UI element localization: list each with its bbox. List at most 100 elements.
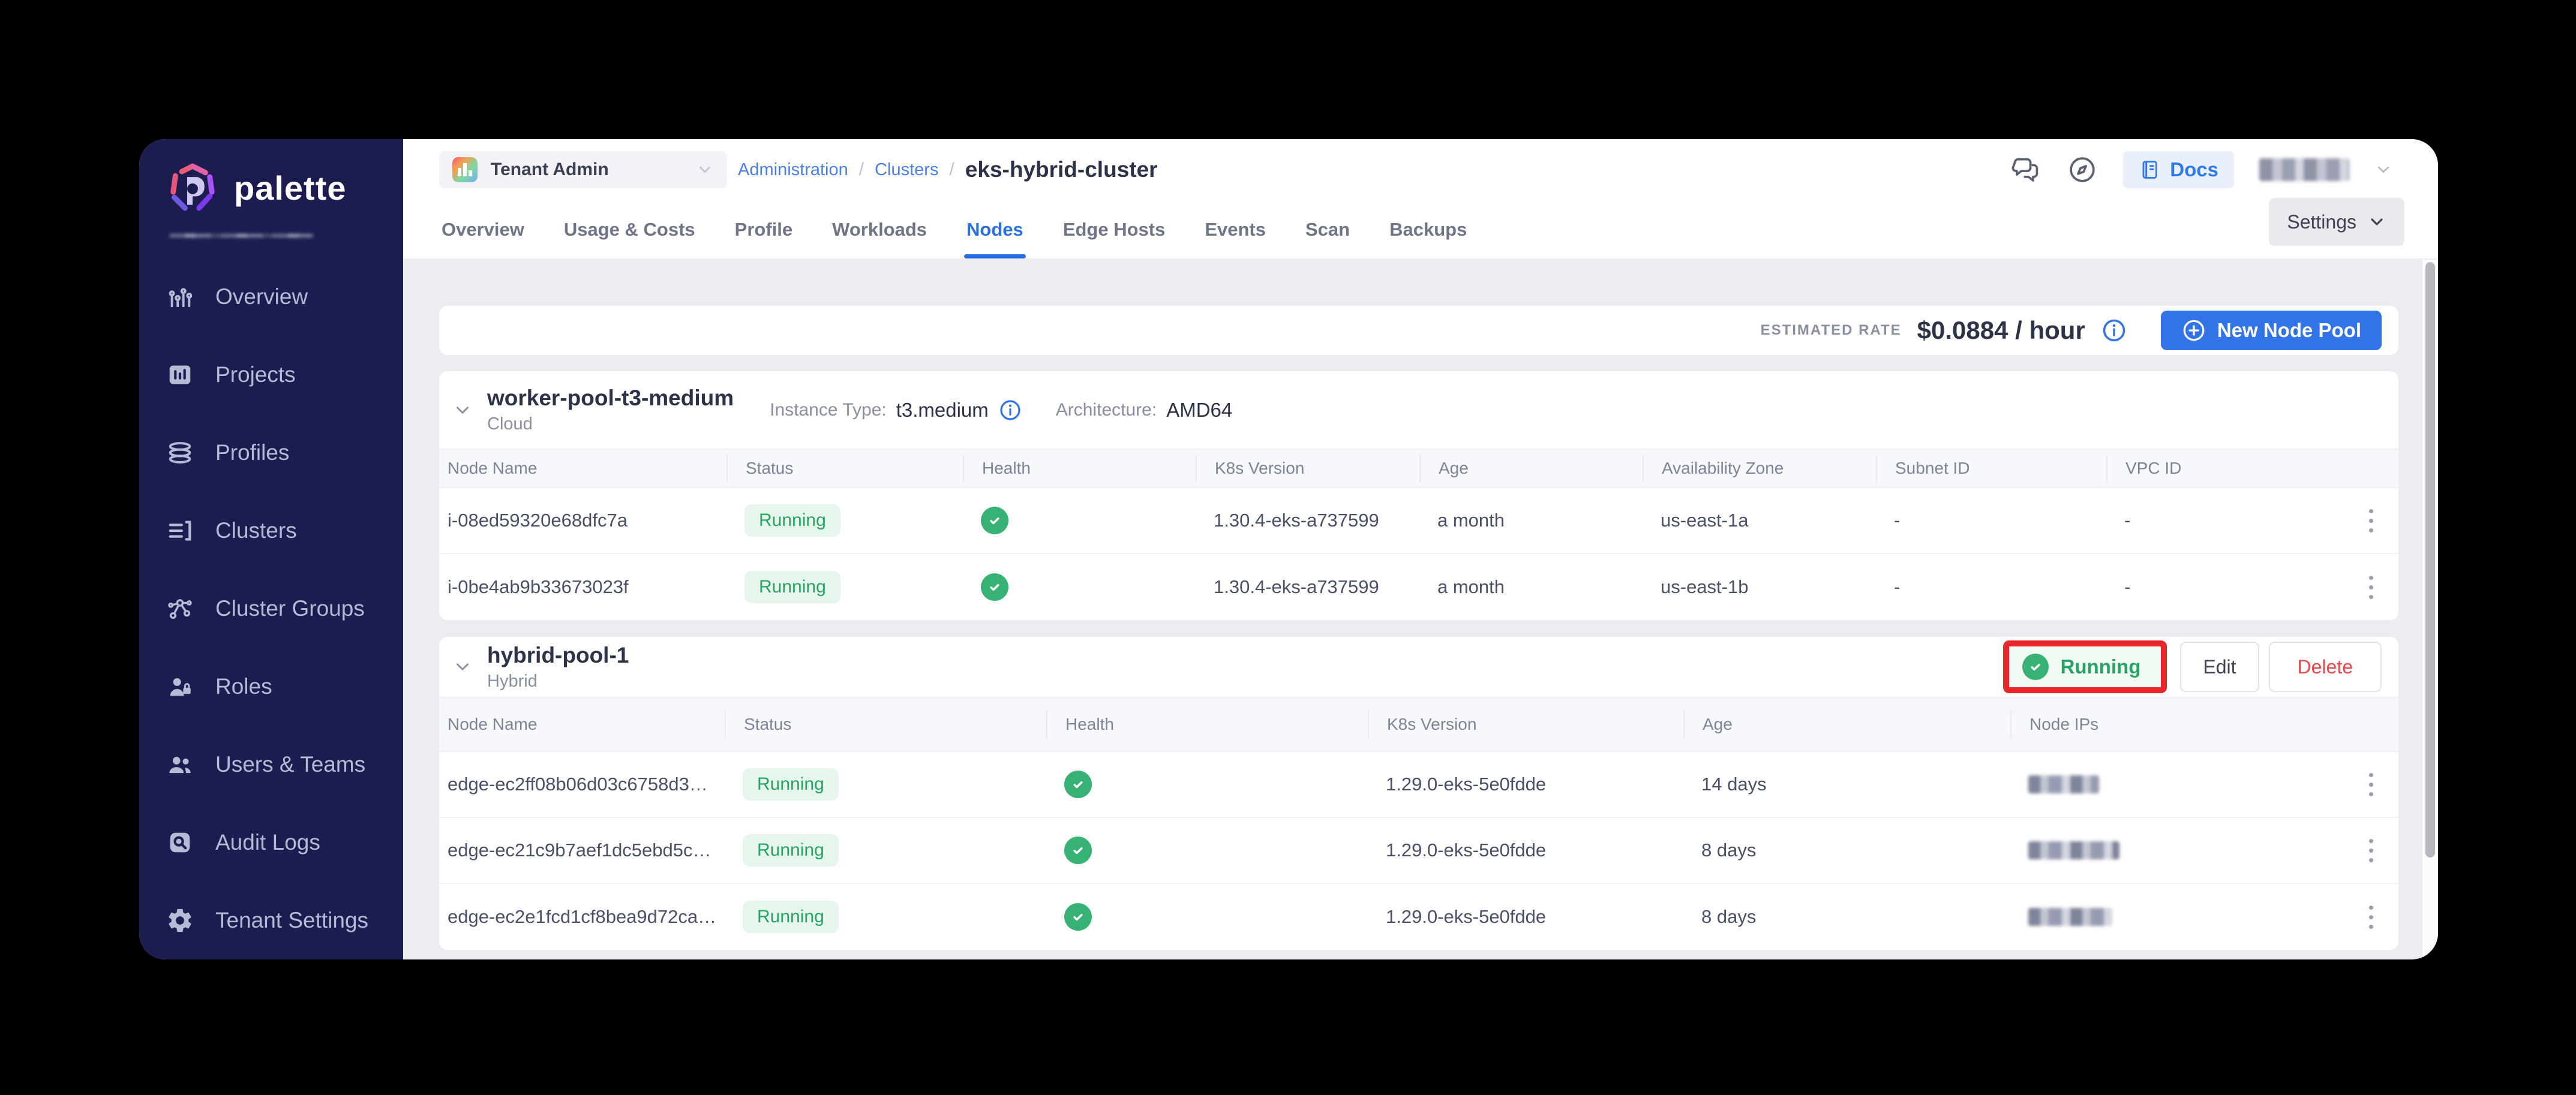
plus-circle-icon xyxy=(2181,318,2206,343)
node-name: edge-ec2e1fcd1cf8bea9d72ca… xyxy=(448,906,725,928)
sidebar-item-projects[interactable]: Projects xyxy=(139,336,403,414)
user-menu-chevron-icon[interactable] xyxy=(2374,161,2392,179)
sidebar-item-overview[interactable]: Overview xyxy=(139,258,403,336)
column-header: Subnet ID xyxy=(1876,455,2106,482)
docs-button[interactable]: Docs xyxy=(2123,151,2234,188)
status-badge: Running xyxy=(743,901,839,933)
tab-profile[interactable]: Profile xyxy=(732,219,795,258)
delete-pool-button[interactable]: Delete xyxy=(2269,642,2382,692)
chevron-down-icon xyxy=(2367,212,2386,231)
breadcrumb-separator: / xyxy=(859,160,864,180)
row-actions-menu[interactable] xyxy=(2362,898,2380,936)
sidebar-item-users-teams[interactable]: Users & Teams xyxy=(139,726,403,804)
sidebar-item-label: Cluster Groups xyxy=(215,596,365,621)
brand-logo[interactable]: palette xyxy=(139,162,403,213)
tab-events[interactable]: Events xyxy=(1202,219,1268,258)
estimated-rate-value: $0.0884 / hour xyxy=(1917,316,2085,345)
pool-status-badge: Running xyxy=(2061,655,2141,678)
nodes-content: ESTIMATED RATE $0.0884 / hour New Node P… xyxy=(403,260,2438,959)
collapse-chevron-icon[interactable] xyxy=(452,657,473,677)
info-icon[interactable] xyxy=(998,398,1022,422)
sidebar-item-clusters[interactable]: Clusters xyxy=(139,492,403,570)
status-ok-icon xyxy=(2022,654,2049,680)
new-node-pool-button[interactable]: New Node Pool xyxy=(2161,311,2382,350)
help-compass-icon[interactable] xyxy=(2067,154,2098,185)
settings-button[interactable]: Settings xyxy=(2269,198,2404,246)
worker-pool-section: worker-pool-t3-medium Cloud Instance Typ… xyxy=(439,371,2398,620)
availability-zone: us-east-1b xyxy=(1643,576,1876,598)
layers-icon xyxy=(166,439,194,467)
column-header: VPC ID xyxy=(2106,455,2343,482)
instance-type-value: t3.medium xyxy=(896,399,989,422)
redacted-user-name xyxy=(2259,158,2349,181)
chat-support-icon[interactable] xyxy=(2010,154,2041,185)
tab-scan[interactable]: Scan xyxy=(1303,219,1352,258)
edit-pool-button[interactable]: Edit xyxy=(2180,642,2259,692)
hybrid-pool-header: hybrid-pool-1 Hybrid Running Edit Delete xyxy=(439,637,2398,697)
collapse-chevron-icon[interactable] xyxy=(452,400,473,420)
column-header: Health xyxy=(963,455,1196,482)
column-header: Node IPs xyxy=(2010,711,2343,738)
topbar: Tenant Admin Administration / Clusters /… xyxy=(403,139,2438,260)
health-ok-icon xyxy=(981,507,1008,534)
status-badge: Running xyxy=(743,834,839,867)
health-ok-icon xyxy=(981,573,1008,601)
instance-type-label: Instance Type: xyxy=(770,400,887,420)
tab-edge-hosts[interactable]: Edge Hosts xyxy=(1061,219,1168,258)
pool-meta: Instance Type: t3.medium Architecture: A… xyxy=(770,398,1232,422)
breadcrumb-separator: / xyxy=(949,160,954,180)
tab-usage-costs[interactable]: Usage & Costs xyxy=(562,219,698,258)
sidebar-item-label: Overview xyxy=(215,284,308,309)
redacted-node-ips xyxy=(2028,775,2099,793)
app-window: palette Overview Projects xyxy=(139,139,2438,959)
worker-pool-table-header: Node Name Status Health K8s Version Age … xyxy=(439,449,2398,488)
breadcrumb-link-administration[interactable]: Administration xyxy=(738,160,848,180)
overview-icon xyxy=(166,283,194,311)
row-actions-menu[interactable] xyxy=(2362,832,2380,870)
info-icon[interactable] xyxy=(2101,317,2127,344)
redacted-node-ips xyxy=(2028,908,2112,926)
vpc-id: - xyxy=(2106,510,2343,531)
main-area: Tenant Admin Administration / Clusters /… xyxy=(403,139,2438,959)
node-age: a month xyxy=(1419,576,1643,598)
row-actions-menu[interactable] xyxy=(2362,766,2380,804)
tab-backups[interactable]: Backups xyxy=(1387,219,1469,258)
node-age: 14 days xyxy=(1683,774,2010,795)
sidebar-nav: Overview Projects Profiles xyxy=(139,258,403,959)
availability-zone: us-east-1a xyxy=(1643,510,1876,531)
sidebar-item-label: Roles xyxy=(215,674,272,699)
sidebar-item-roles[interactable]: Roles xyxy=(139,648,403,726)
node-name: i-0be4ab9b33673023f xyxy=(448,576,726,598)
settings-button-label: Settings xyxy=(2287,211,2356,233)
breadcrumb-link-clusters[interactable]: Clusters xyxy=(875,160,938,180)
tab-nodes[interactable]: Nodes xyxy=(964,219,1026,258)
breadcrumb-current-cluster: eks-hybrid-cluster xyxy=(965,157,1158,182)
row-actions-menu[interactable] xyxy=(2362,502,2380,540)
node-name: i-08ed59320e68dfc7a xyxy=(448,510,726,531)
tenant-scope-selector[interactable]: Tenant Admin xyxy=(439,151,727,188)
sidebar-item-label: Profiles xyxy=(215,440,289,465)
new-node-pool-label: New Node Pool xyxy=(2217,319,2361,342)
cluster-groups-icon xyxy=(166,595,194,622)
redacted-node-ips xyxy=(2028,841,2119,859)
sidebar-item-profiles[interactable]: Profiles xyxy=(139,414,403,492)
row-actions-menu[interactable] xyxy=(2362,568,2380,606)
sidebar-item-tenant-settings[interactable]: Tenant Settings xyxy=(139,882,403,959)
tab-workloads[interactable]: Workloads xyxy=(830,219,929,258)
sidebar-item-audit-logs[interactable]: Audit Logs xyxy=(139,804,403,882)
pool-kind: Cloud xyxy=(487,414,734,434)
k8s-version: 1.30.4-eks-a737599 xyxy=(1196,510,1419,531)
health-ok-icon xyxy=(1064,837,1092,864)
chevron-down-icon xyxy=(696,161,714,179)
estimated-rate-label: ESTIMATED RATE xyxy=(1761,322,1902,339)
table-row: edge-ec21c9b7aef1dc5ebd5c… Running 1.29.… xyxy=(439,818,2398,884)
pool-name: worker-pool-t3-medium xyxy=(487,386,734,411)
cluster-tabs: Overview Usage & Costs Profile Workloads… xyxy=(439,219,1469,258)
sidebar-item-label: Tenant Settings xyxy=(215,908,368,933)
breadcrumb: Administration / Clusters / eks-hybrid-c… xyxy=(738,157,1158,182)
scrollbar-thumb[interactable] xyxy=(2425,262,2435,858)
sidebar-item-cluster-groups[interactable]: Cluster Groups xyxy=(139,570,403,648)
hybrid-pool-table-header: Node Name Status Health K8s Version Age … xyxy=(439,697,2398,752)
tab-overview[interactable]: Overview xyxy=(439,219,527,258)
status-badge: Running xyxy=(744,504,840,537)
